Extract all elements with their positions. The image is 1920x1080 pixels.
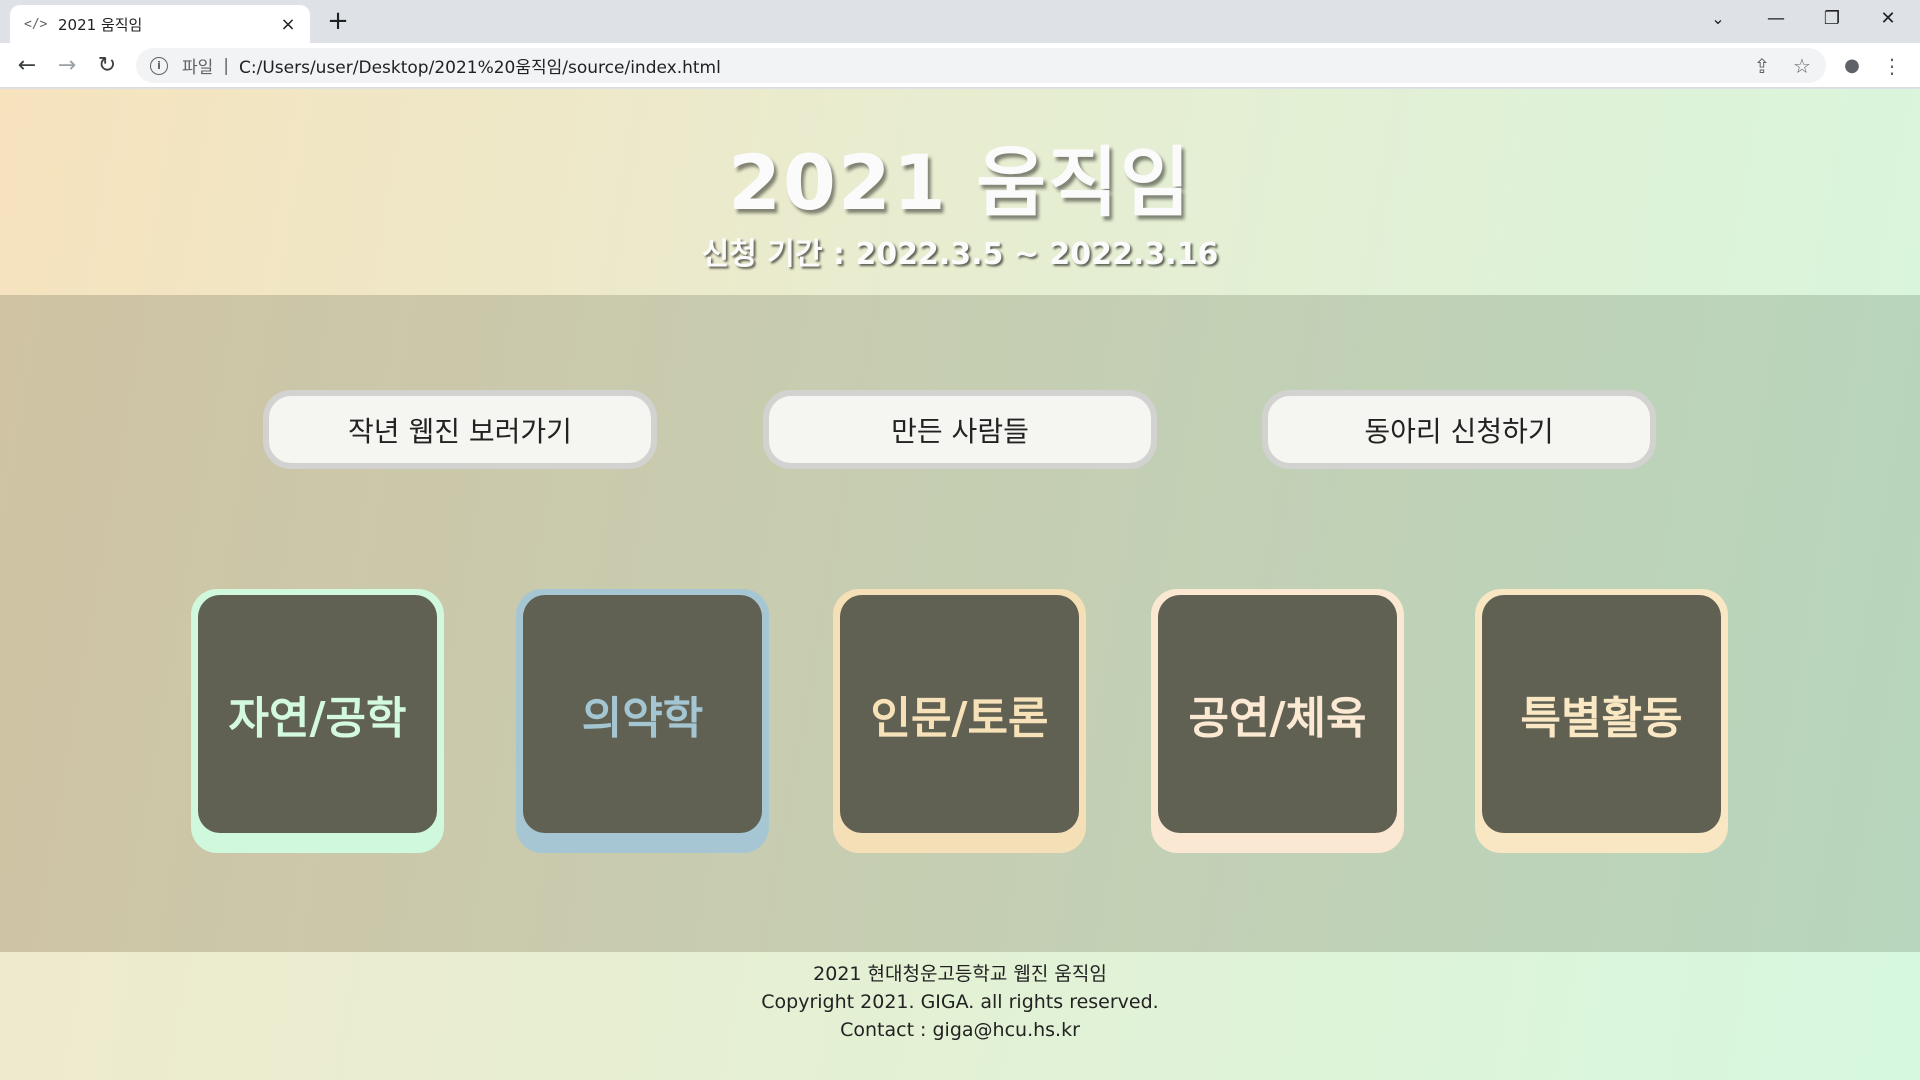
url-text[interactable]: C:/Users/user/Desktop/2021%20움직임/source/…: [239, 53, 721, 78]
tab-title: 2021 움직임: [58, 15, 143, 34]
tab-search-icon[interactable]: ⌄: [1690, 0, 1746, 40]
tab-close-icon[interactable]: ×: [278, 14, 298, 35]
creators-button[interactable]: 만든 사람들: [763, 390, 1157, 469]
code-favicon-icon: </>: [24, 16, 48, 32]
page-header: 2021 움직임 신청 기간 : 2022.3.5 ~ 2022.3.16: [0, 89, 1920, 295]
footer-school-line: 2021 현대청운고등학교 웹진 움직임: [813, 963, 1107, 985]
category-label: 특별활동: [1482, 595, 1721, 833]
club-apply-button[interactable]: 동아리 신청하기: [1262, 390, 1656, 469]
application-period: 신청 기간 : 2022.3.5 ~ 2022.3.16: [701, 237, 1219, 272]
main-section: 작년 웹진 보러가기 만든 사람들 동아리 신청하기 자연/공학 의약학 인문/…: [0, 295, 1920, 952]
url-scheme-label: 파일: [182, 58, 214, 78]
category-card-medicine-pharmacy[interactable]: 의약학: [516, 589, 769, 853]
category-card-science-engineering[interactable]: 자연/공학: [191, 589, 444, 853]
tab-strip: </> 2021 움직임 × + ⌄ — ❐ ✕: [0, 0, 1920, 43]
reload-button[interactable]: ↻: [90, 49, 124, 83]
profile-icon[interactable]: ●: [1837, 51, 1867, 81]
category-card-performance-sports[interactable]: 공연/체육: [1151, 589, 1404, 853]
info-icon[interactable]: i: [150, 56, 168, 75]
url-separator: |: [223, 55, 230, 76]
category-card-special-activities[interactable]: 특별활동: [1475, 589, 1728, 853]
forward-button[interactable]: →: [50, 49, 84, 83]
close-window-button[interactable]: ✕: [1860, 0, 1916, 40]
footer-contact-line: Contact : giga@hcu.hs.kr: [840, 1019, 1080, 1041]
category-label: 인문/토론: [840, 595, 1079, 833]
restore-button[interactable]: ❐: [1804, 0, 1860, 40]
category-label: 공연/체육: [1158, 595, 1397, 833]
page-title: 2021 움직임: [728, 138, 1192, 227]
page-viewport: 2021 움직임 신청 기간 : 2022.3.5 ~ 2022.3.16 작년…: [0, 89, 1920, 1080]
new-tab-button[interactable]: +: [322, 6, 354, 38]
share-icon[interactable]: ⇪: [1747, 51, 1777, 81]
page-footer: 2021 현대청운고등학교 웹진 움직임 Copyright 2021. GIG…: [0, 952, 1920, 1080]
browser-toolbar: ← → ↻ i 파일 | C:/Users/user/Desktop/2021%…: [0, 43, 1920, 88]
category-label: 의약학: [523, 595, 762, 833]
back-button[interactable]: ←: [10, 49, 44, 83]
minimize-button[interactable]: —: [1748, 0, 1804, 40]
browser-tab[interactable]: </> 2021 움직임 ×: [10, 5, 310, 43]
category-card-humanities-debate[interactable]: 인문/토론: [833, 589, 1086, 853]
category-label: 자연/공학: [198, 595, 437, 833]
star-icon[interactable]: ☆: [1787, 51, 1817, 81]
menu-icon[interactable]: ⋮: [1877, 51, 1907, 81]
address-bar[interactable]: i 파일 | C:/Users/user/Desktop/2021%20움직임/…: [136, 48, 1826, 83]
footer-copyright-line: Copyright 2021. GIGA. all rights reserve…: [761, 991, 1159, 1013]
last-year-webzine-button[interactable]: 작년 웹진 보러가기: [263, 390, 657, 469]
